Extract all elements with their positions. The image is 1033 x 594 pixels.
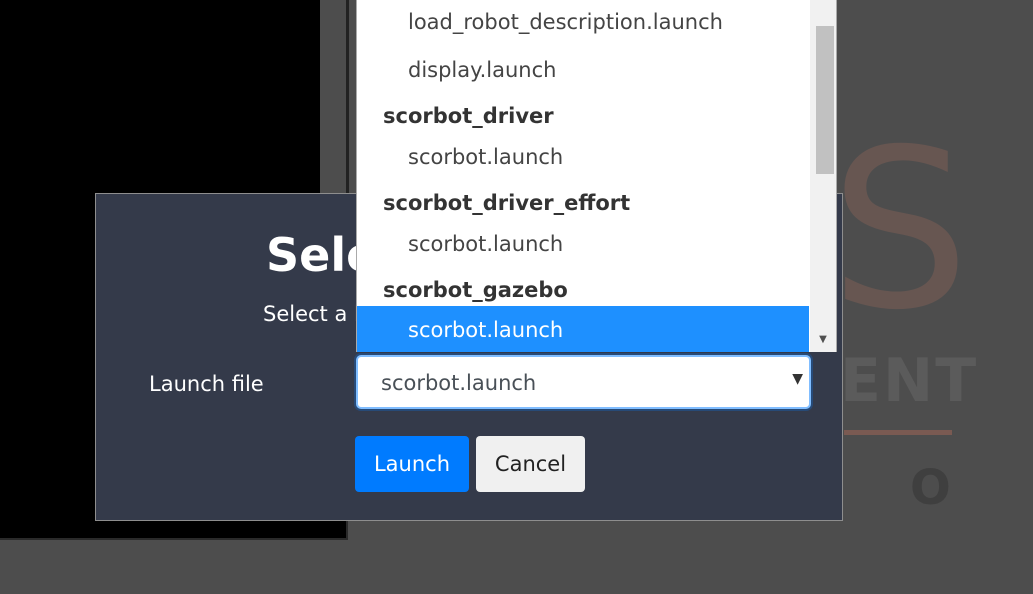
dialog-subtitle: Select a l: [263, 302, 357, 326]
dropdown-option[interactable]: scorbot.launch: [357, 220, 809, 268]
desktop: S ENT O Sele Select a l Launch file scor…: [0, 0, 1033, 594]
select-current-value: scorbot.launch: [381, 371, 537, 395]
panel-divider: [320, 0, 349, 196]
logo-text: ENT: [840, 346, 979, 416]
dialog-title: Sele: [266, 228, 356, 282]
scrollbar-thumb[interactable]: [816, 26, 834, 174]
cancel-button[interactable]: Cancel: [476, 436, 585, 492]
launch-file-label: Launch file: [149, 372, 264, 396]
dropdown-arrow-icon: ▼: [792, 371, 803, 387]
dropdown-option[interactable]: scorbot.launch: [357, 133, 809, 181]
logo-rule: [844, 430, 952, 435]
dropdown-option[interactable]: display.launch: [357, 46, 809, 94]
dropdown-scrollbar[interactable]: ▼: [810, 0, 836, 352]
logo-small-text: O: [910, 460, 951, 516]
launch-file-select[interactable]: scorbot.launch ▼: [356, 355, 811, 409]
scroll-down-arrow-icon[interactable]: ▼: [810, 332, 836, 348]
logo-letter: S: [830, 102, 970, 358]
dropdown-option-selected[interactable]: scorbot.launch: [357, 306, 809, 352]
launch-button[interactable]: Launch: [355, 436, 469, 492]
launch-file-dropdown-list: load_robot_description.launch display.la…: [356, 0, 837, 352]
divider-edge: [346, 0, 349, 196]
dropdown-option[interactable]: load_robot_description.launch: [357, 0, 809, 46]
background-logo: S ENT O: [830, 120, 1030, 520]
